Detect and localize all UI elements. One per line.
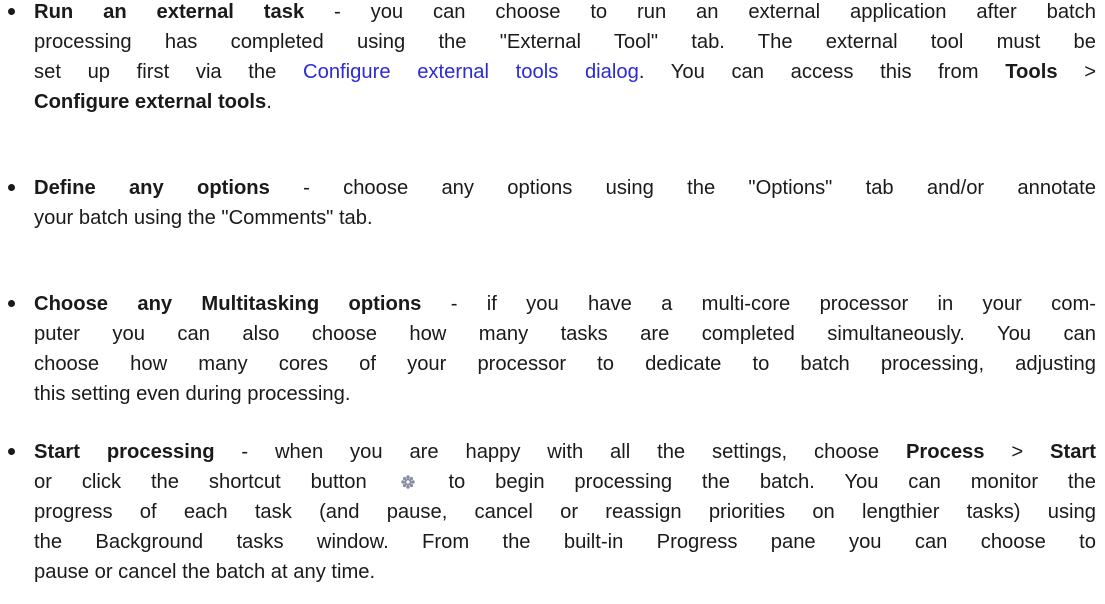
bullet-dot — [8, 184, 15, 191]
item3-line3: choose how many cores of your processor … — [34, 353, 1096, 375]
item4-line4: the Background tasks window. From the bu… — [34, 531, 1096, 553]
menu-start: Start — [1050, 441, 1096, 463]
bullet-dot — [8, 300, 15, 307]
menu-arrow: > — [984, 441, 1050, 463]
bullet-dot — [8, 448, 15, 455]
item-heading: Choose any Multitasking options — [34, 293, 422, 315]
item2-line1: Define any options - choose any options … — [34, 177, 1096, 199]
menu-tools: Tools — [1005, 61, 1058, 83]
list-item-start-processing: Start processing - when you are happy wi… — [8, 437, 1096, 587]
configure-external-tools-link[interactable]: Configure external tools dialog — [303, 61, 639, 83]
menu-arrow: > — [1057, 61, 1096, 83]
process-start-gear-icon[interactable] — [400, 468, 415, 489]
item1-line1: Run an external task - you can choose to… — [34, 1, 1096, 23]
list-item-define-options: Define any options - choose any options … — [8, 173, 1096, 233]
item-heading: Run an external task — [34, 1, 305, 23]
item-heading: Start processing — [34, 441, 215, 463]
item1-line2: processing has completed using the "Exte… — [34, 31, 1096, 53]
item3-line4: this setting even during processing. — [34, 383, 351, 405]
item-heading: Define any options — [34, 177, 270, 199]
list-item-multitasking-options: Choose any Multitasking options - if you… — [8, 289, 1096, 409]
item4-line2: or click the shortcut button to begin pr… — [34, 467, 1096, 497]
item4-line3: progress of each task (and pause, cancel… — [34, 501, 1096, 523]
bullet-dot — [8, 8, 15, 15]
item2-line2: your batch using the "Comments" tab. — [34, 207, 373, 229]
item3-line1: Choose any Multitasking options - if you… — [34, 293, 1096, 315]
list-item-run-external-task: Run an external task - you can choose to… — [8, 0, 1096, 117]
menu-process: Process — [905, 441, 985, 463]
item1-line3: set up first via the Configure external … — [34, 61, 1096, 83]
menu-configure-external-tools: Configure external tools — [34, 91, 267, 113]
item4-line1: Start processing - when you are happy wi… — [34, 441, 1096, 463]
item4-line5: pause or cancel the batch at any time. — [34, 561, 376, 583]
item1-line4: Configure external tools. — [34, 91, 272, 113]
item3-line2: puter you can also choose how many tasks… — [34, 323, 1096, 345]
